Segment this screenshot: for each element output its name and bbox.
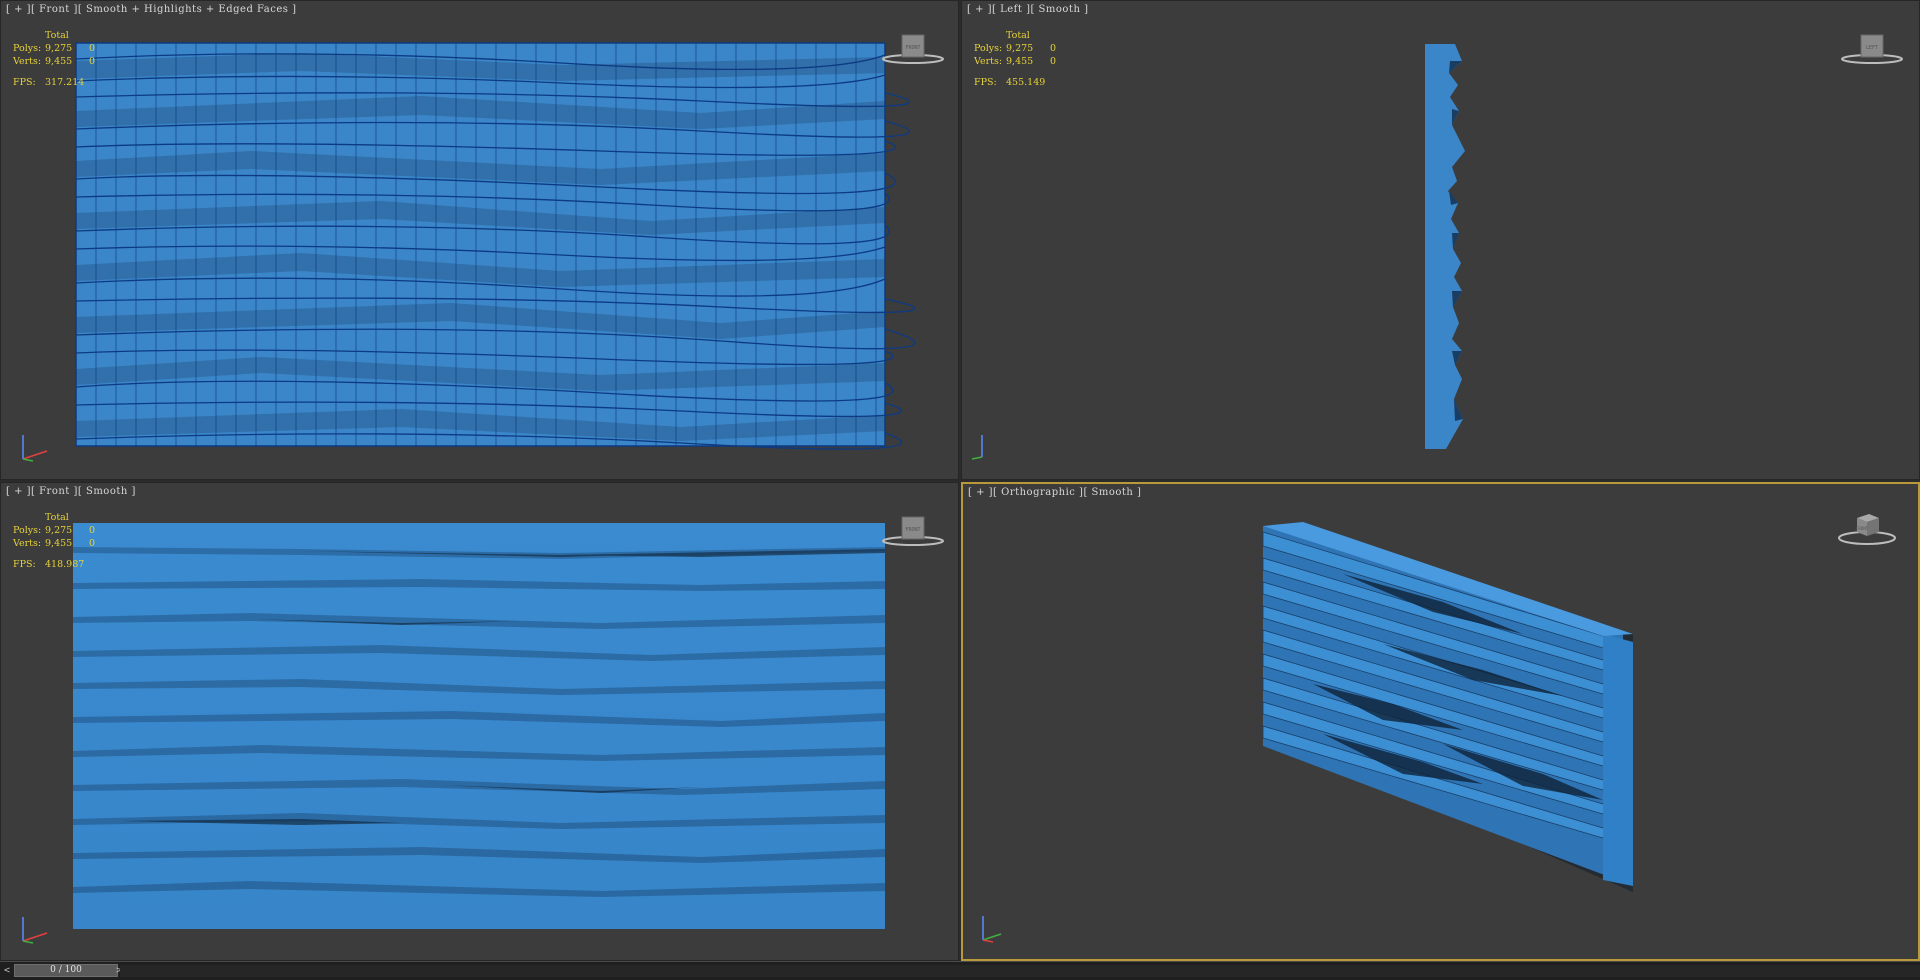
statistics-overlay: Total Polys: 9,275 0 Verts: 9,455 0 FPS: 455.… [974,29,1056,89]
axis-tripod-icon [22,917,48,944]
statistics-overlay: Total Polys: 9,275 0 Verts: 9,455 0 FPS: 317.… [13,29,95,89]
timeline-bar: < 0 / 100 > [0,961,1920,980]
viewport-label[interactable]: [ + ][ Left ][ Smooth ] [967,4,1088,15]
polys-selected: 0 [89,525,96,536]
wall-panel-orthographic [1262,522,1633,892]
wall-panel-mesh-front [75,42,916,450]
verts-count: 9,455 [1006,56,1034,67]
viewport-label[interactable]: [ + ][ Orthographic ][ Smooth ] [968,487,1141,498]
polys-count: 9,275 [45,525,73,536]
time-slider[interactable]: 0 / 100 [14,964,118,977]
verts-label: Verts: [13,538,42,549]
polys-label: Polys: [13,43,42,54]
viewcube-icon[interactable]: FRONT [1835,510,1899,546]
stats-total-header: Total [45,512,69,523]
wall-panel-front [73,523,885,929]
axis-tripod-icon [22,435,48,462]
viewport-front-smooth[interactable]: [ + ][ Front ][ Smooth ] Total Polys: 9,2… [0,482,959,961]
verts-count: 9,455 [45,56,73,67]
viewcube-face-label: LEFT [1866,45,1878,51]
verts-label: Verts: [974,56,1003,67]
viewcube-icon[interactable]: FRONT [881,31,945,67]
fps-value: 418.987 [45,559,85,570]
viewcube-icon[interactable]: LEFT [1840,31,1904,67]
polys-count: 9,275 [45,43,73,54]
statistics-overlay: Total Polys: 9,275 0 Verts: 9,455 0 FPS: 418.… [13,511,95,571]
fps-value: 455.149 [1006,77,1046,88]
axis-tripod-icon [982,916,1002,943]
fps-label: FPS: [13,77,36,88]
timeline-track[interactable] [120,965,1920,977]
polys-count: 9,275 [1006,43,1034,54]
verts-selected: 0 [1050,56,1057,67]
viewport-label[interactable]: [ + ][ Front ][ Smooth + Highlights + Ed… [6,4,297,15]
viewport-left[interactable]: [ + ][ Left ][ Smooth ] Total Polys: 9,27… [961,0,1920,480]
verts-label: Verts: [13,56,42,67]
fps-value: 317.214 [45,77,85,88]
viewcube-face-label: FRONT [905,527,920,533]
polys-label: Polys: [13,525,42,536]
axis-tripod-icon [971,435,983,460]
viewcube-face-label: FRONT [1856,526,1869,531]
wall-panel-side-profile [1425,44,1465,449]
verts-selected: 0 [89,56,96,67]
stats-total-header: Total [45,30,69,41]
viewport-layout: [ + ][ Front ][ Smooth + Highlights + Ed… [0,0,1920,980]
viewport-front-edged[interactable]: [ + ][ Front ][ Smooth + Highlights + Ed… [0,0,959,480]
polys-label: Polys: [974,43,1003,54]
polys-selected: 0 [89,43,96,54]
viewcube-face-label: FRONT [905,45,920,51]
viewport-label[interactable]: [ + ][ Front ][ Smooth ] [6,486,136,497]
viewport-orthographic[interactable]: [ + ][ Orthographic ][ Smooth ] FRONT [961,482,1920,961]
polys-selected: 0 [1050,43,1057,54]
stats-total-header: Total [1006,30,1030,41]
timeline-prev-button[interactable]: < [1,964,13,977]
fps-label: FPS: [13,559,36,570]
fps-label: FPS: [974,77,997,88]
verts-selected: 0 [89,538,96,549]
viewcube-icon[interactable]: FRONT [881,513,945,549]
verts-count: 9,455 [45,538,73,549]
